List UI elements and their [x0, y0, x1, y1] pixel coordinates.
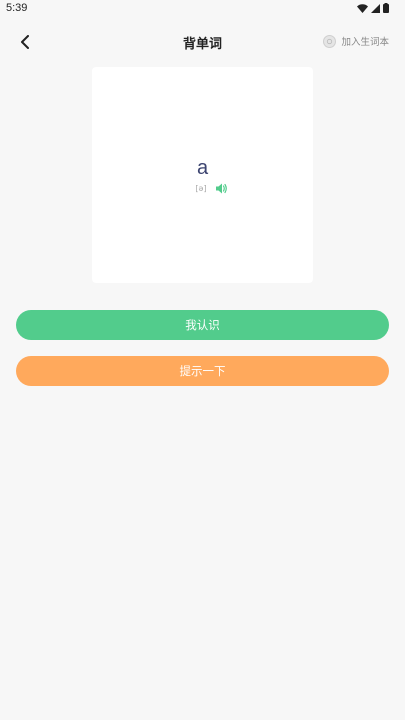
battery-icon: [383, 3, 389, 13]
speaker-icon[interactable]: [215, 183, 228, 194]
header: 背单词 加入生词本: [0, 28, 405, 56]
add-vocab-label: 加入生词本: [341, 37, 389, 48]
status-time: 5:39: [6, 2, 28, 14]
phonetic-row: [ə]: [92, 183, 313, 194]
status-icons: [357, 3, 389, 13]
phonetic-text: [ə]: [195, 184, 207, 193]
word-text: a: [196, 157, 209, 179]
wifi-icon: [357, 3, 368, 13]
status-bar: 5:39: [0, 0, 405, 16]
add-to-vocab-button[interactable]: 加入生词本: [323, 34, 389, 48]
circle-icon: [323, 34, 337, 48]
hint-button[interactable]: 提示一下: [16, 356, 389, 386]
know-button[interactable]: 我认识: [16, 310, 389, 340]
word-card: a [ə]: [92, 67, 313, 283]
signal-icon: [371, 3, 380, 13]
